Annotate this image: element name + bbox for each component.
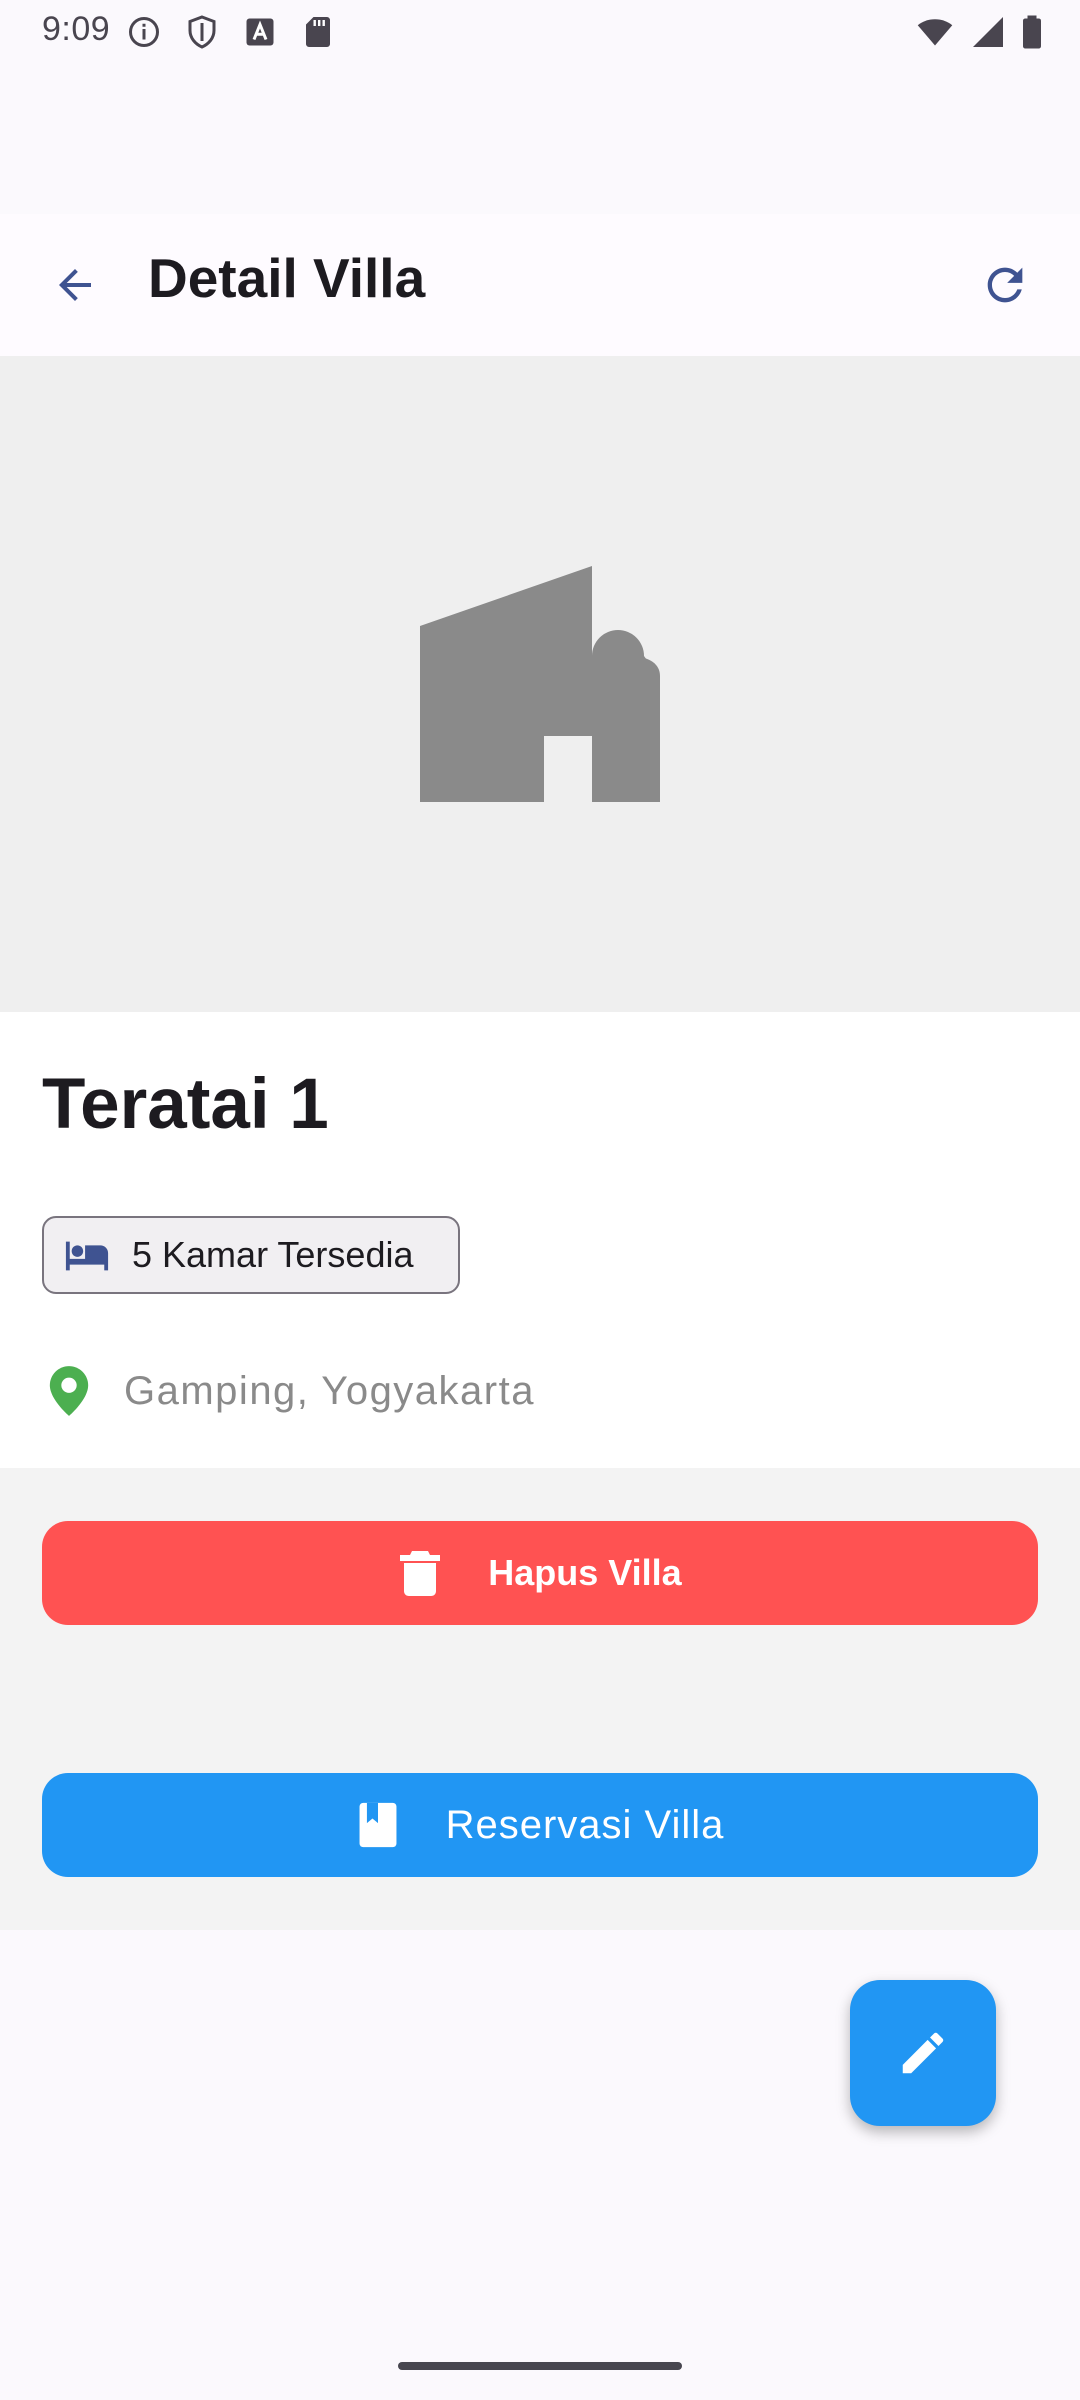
signal-icon xyxy=(973,17,1003,47)
status-time: 9:09 xyxy=(42,10,111,48)
home-indicator[interactable] xyxy=(398,2362,682,2370)
sd-card-icon xyxy=(306,17,330,47)
battery-icon xyxy=(1023,15,1041,49)
action-panel: Hapus Villa Reservasi Villa xyxy=(0,1468,1080,1930)
delete-villa-label: Hapus Villa xyxy=(488,1552,682,1593)
location-text: Gamping, Yogyakarta xyxy=(124,1368,535,1413)
info-icon xyxy=(129,17,159,47)
refresh-button[interactable] xyxy=(960,240,1050,330)
edit-fab[interactable] xyxy=(850,1980,996,2126)
shield-icon xyxy=(188,15,216,49)
villa-location: Gamping, Yogyakarta xyxy=(46,1364,535,1418)
reserve-villa-button[interactable]: Reservasi Villa xyxy=(42,1773,1038,1877)
status-right-icons xyxy=(914,14,1044,50)
trash-icon xyxy=(400,1551,441,1596)
bookmark-book-icon xyxy=(359,1802,397,1848)
back-button[interactable] xyxy=(30,240,120,330)
delete-villa-button[interactable]: Hapus Villa xyxy=(42,1521,1038,1625)
status-left-icons xyxy=(126,14,336,50)
page-title: Detail Villa xyxy=(148,247,426,309)
house-icon xyxy=(420,566,660,802)
villa-info-card: Teratai 1 5 Kamar Tersedia Gamping, Yogy… xyxy=(0,1012,1080,1468)
arrow-back-icon xyxy=(59,269,91,301)
app-bar: Detail Villa xyxy=(0,214,1080,356)
bed-icon xyxy=(65,1241,109,1271)
refresh-icon xyxy=(987,267,1023,303)
rooms-available-label: 5 Kamar Tersedia xyxy=(132,1234,414,1275)
villa-name: Teratai 1 xyxy=(42,1065,329,1144)
edit-pencil-icon xyxy=(902,2032,944,2074)
font-icon xyxy=(246,18,274,46)
wifi-icon xyxy=(917,19,953,46)
rooms-available-chip: 5 Kamar Tersedia xyxy=(42,1216,460,1294)
location-pin-icon xyxy=(49,1366,89,1416)
status-bar: 9:09 xyxy=(0,0,1080,64)
villa-image-placeholder xyxy=(0,356,1080,1012)
reserve-villa-label: Reservasi Villa xyxy=(445,1802,725,1847)
